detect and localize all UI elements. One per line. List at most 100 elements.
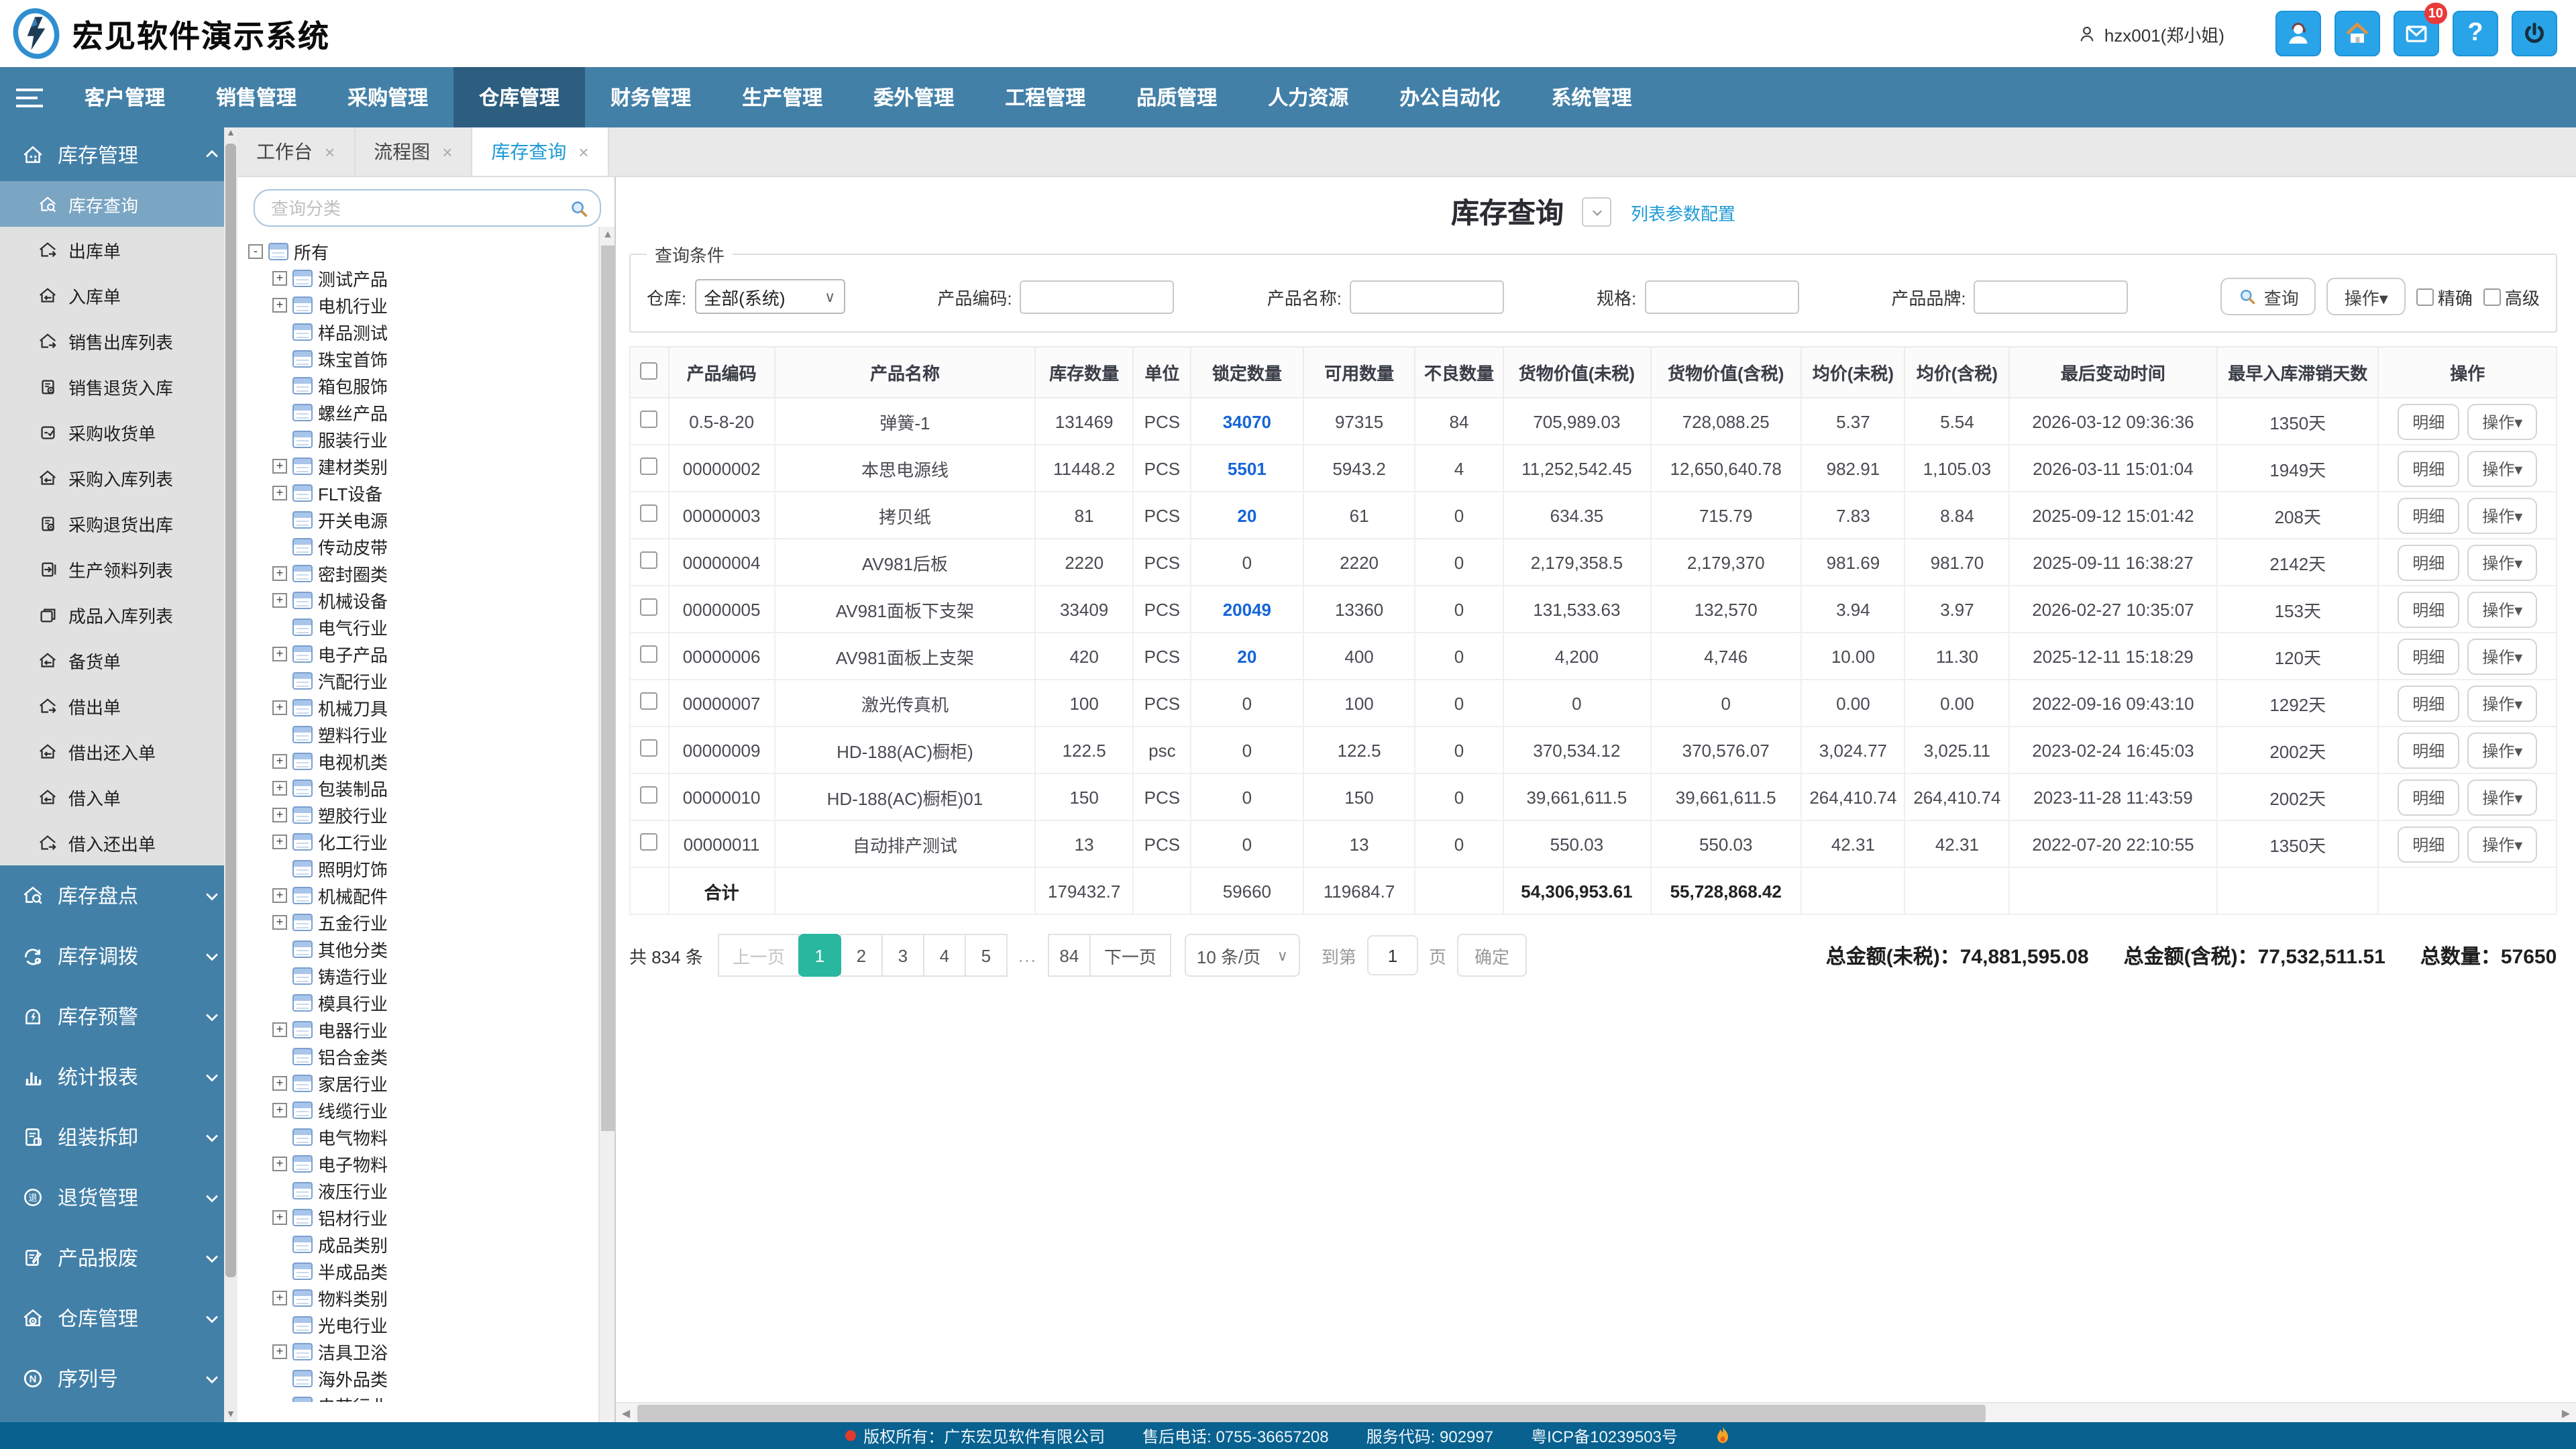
- tree-item[interactable]: 光电行业: [248, 1311, 614, 1338]
- nav-item[interactable]: 采购管理: [322, 67, 453, 127]
- tree-item[interactable]: + 电子物料: [248, 1150, 614, 1177]
- sidebar-item[interactable]: 借入还出单: [0, 820, 237, 865]
- nav-item[interactable]: 委外管理: [848, 67, 979, 127]
- tree-expand-icon[interactable]: +: [272, 646, 287, 661]
- sidebar-item[interactable]: 采购入库列表: [0, 455, 237, 500]
- tree-item[interactable]: 珠宝首饰: [248, 345, 614, 372]
- page-button[interactable]: 3: [881, 934, 924, 977]
- menu-toggle-icon[interactable]: [0, 67, 59, 127]
- nav-item[interactable]: 人力资源: [1242, 67, 1374, 127]
- advanced-checkbox-label[interactable]: 高级: [2483, 284, 2540, 309]
- tree-item[interactable]: + 机械刀具: [248, 694, 614, 720]
- tab-close-icon[interactable]: ×: [325, 142, 335, 162]
- tree-item[interactable]: + 化工行业: [248, 828, 614, 855]
- tree-expand-icon[interactable]: +: [272, 270, 287, 285]
- help-button[interactable]: ?: [2453, 11, 2498, 56]
- tree-expand-icon[interactable]: +: [272, 807, 287, 822]
- tab[interactable]: 库存查询 ×: [472, 127, 608, 176]
- sidebar-group-inventory[interactable]: 库存管理: [0, 127, 237, 181]
- page-button[interactable]: 4: [923, 934, 966, 977]
- cell-locked-qty[interactable]: 0: [1191, 773, 1303, 820]
- row-action-button[interactable]: 操作▾: [2467, 450, 2537, 486]
- sidebar-group[interactable]: 统计报表: [0, 1046, 237, 1107]
- product-name-input[interactable]: [1350, 280, 1504, 313]
- tree-item[interactable]: 传动皮带: [248, 533, 614, 559]
- search-button[interactable]: 查询: [2221, 278, 2316, 315]
- user-info[interactable]: hzx001(郑小姐): [2078, 21, 2224, 46]
- row-checkbox[interactable]: [641, 645, 658, 663]
- tree-item[interactable]: 成品类别: [248, 1230, 614, 1257]
- tree-expand-icon[interactable]: +: [272, 834, 287, 849]
- scroll-down-icon[interactable]: ▼: [224, 1409, 237, 1422]
- row-action-button[interactable]: 操作▾: [2467, 826, 2537, 862]
- detail-button[interactable]: 明细: [2398, 497, 2459, 533]
- goto-confirm-button[interactable]: 确定: [1457, 934, 1527, 977]
- tree-item[interactable]: + 建材类别: [248, 452, 614, 479]
- detail-button[interactable]: 明细: [2398, 403, 2459, 439]
- tree-item[interactable]: + 线缆行业: [248, 1096, 614, 1123]
- cell-locked-qty[interactable]: 0: [1191, 680, 1303, 727]
- agent-button[interactable]: [2275, 11, 2321, 56]
- title-dropdown-button[interactable]: [1582, 197, 1612, 227]
- nav-item[interactable]: 办公自动化: [1374, 67, 1525, 127]
- row-checkbox[interactable]: [641, 692, 658, 710]
- tab-close-icon[interactable]: ×: [442, 142, 452, 162]
- tree-item[interactable]: 电芯行业: [248, 1391, 614, 1402]
- cell-locked-qty[interactable]: 34070: [1191, 398, 1303, 445]
- scroll-left-icon[interactable]: ◀: [616, 1403, 636, 1422]
- sidebar-group[interactable]: 退货管理: [0, 1167, 237, 1228]
- tree-item[interactable]: 塑料行业: [248, 720, 614, 747]
- tree-root-item[interactable]: - 所有: [248, 237, 614, 264]
- tree-item[interactable]: + 家居行业: [248, 1069, 614, 1096]
- tree-item[interactable]: + 电机行业: [248, 291, 614, 318]
- tree-item[interactable]: 液压行业: [248, 1177, 614, 1203]
- tree-expand-icon[interactable]: +: [272, 753, 287, 768]
- nav-item[interactable]: 客户管理: [59, 67, 191, 127]
- tree-expand-icon[interactable]: +: [272, 1022, 287, 1036]
- sidebar-item[interactable]: 备货单: [0, 637, 237, 683]
- sidebar-item[interactable]: 采购退货出库: [0, 500, 237, 546]
- detail-button[interactable]: 明细: [2398, 638, 2459, 674]
- row-checkbox[interactable]: [641, 458, 658, 475]
- tree-item[interactable]: 开关电源: [248, 506, 614, 533]
- tree-item[interactable]: + 铝材行业: [248, 1203, 614, 1230]
- tree-item[interactable]: 其他分类: [248, 935, 614, 962]
- nav-item[interactable]: 财务管理: [585, 67, 716, 127]
- tree-expand-icon[interactable]: +: [272, 1344, 287, 1358]
- scroll-up-icon[interactable]: ▲: [224, 127, 237, 141]
- sidebar-item[interactable]: 入库单: [0, 272, 237, 318]
- sidebar-item[interactable]: 库存查询: [0, 181, 237, 227]
- page-button[interactable]: ...: [1006, 934, 1049, 977]
- tree-item[interactable]: + 测试产品: [248, 264, 614, 291]
- tree-item[interactable]: + 机械配件: [248, 881, 614, 908]
- tree-item[interactable]: 半成品类: [248, 1257, 614, 1284]
- tree-item[interactable]: 汽配行业: [248, 667, 614, 694]
- sidebar-item[interactable]: 借入单: [0, 774, 237, 820]
- page-size-select[interactable]: 10 条/页 ∨: [1185, 934, 1300, 977]
- tree-expand-icon[interactable]: +: [272, 1210, 287, 1224]
- mail-button[interactable]: 10: [2394, 11, 2439, 56]
- tree-item[interactable]: + 电子产品: [248, 640, 614, 667]
- select-all-checkbox[interactable]: [641, 362, 658, 379]
- sidebar-item[interactable]: 出库单: [0, 227, 237, 272]
- tree-item[interactable]: 样品测试: [248, 318, 614, 345]
- detail-button[interactable]: 明细: [2398, 685, 2459, 721]
- tree-item[interactable]: 电气物料: [248, 1123, 614, 1150]
- sidebar-group[interactable]: 组装拆卸: [0, 1107, 237, 1167]
- scrollbar-thumb[interactable]: [637, 1405, 1986, 1422]
- tree-expand-icon[interactable]: +: [272, 914, 287, 929]
- cell-locked-qty[interactable]: 20049: [1191, 586, 1303, 633]
- tree-item[interactable]: 海外品类: [248, 1364, 614, 1391]
- row-checkbox[interactable]: [641, 411, 658, 428]
- nav-item[interactable]: 生产管理: [716, 67, 848, 127]
- product-code-input[interactable]: [1020, 280, 1175, 313]
- tree-expand-icon[interactable]: +: [272, 458, 287, 473]
- detail-button[interactable]: 明细: [2398, 591, 2459, 627]
- row-checkbox[interactable]: [641, 833, 658, 851]
- sidebar-item[interactable]: 生产领料列表: [0, 546, 237, 592]
- sidebar-group[interactable]: 序列号: [0, 1348, 237, 1409]
- tree-item[interactable]: 电气行业: [248, 613, 614, 640]
- tree-item[interactable]: + 五金行业: [248, 908, 614, 935]
- scrollbar-thumb[interactable]: [225, 144, 236, 1277]
- tree-expand-icon[interactable]: +: [272, 485, 287, 500]
